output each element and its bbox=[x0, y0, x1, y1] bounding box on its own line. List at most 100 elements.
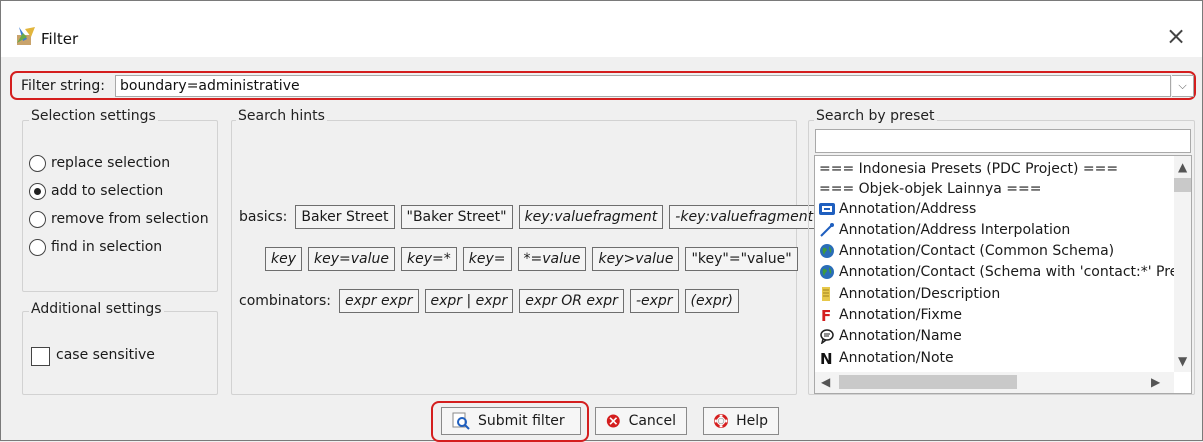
preset-item-label: === Objek-objek Lainnya === bbox=[819, 180, 1042, 197]
basics-label: basics: bbox=[239, 209, 288, 225]
close-icon: × bbox=[1165, 22, 1187, 50]
scroll-right-icon[interactable]: ▶ bbox=[1151, 375, 1160, 389]
hint-expr-group[interactable]: (expr) bbox=[684, 289, 739, 313]
hint-expr-and[interactable]: expr expr bbox=[338, 289, 419, 313]
case-sensitive-checkbox[interactable] bbox=[31, 347, 50, 366]
search-by-preset-title: Search by preset bbox=[814, 108, 937, 124]
preset-item-label: Annotation/Name bbox=[839, 327, 962, 344]
preset-item[interactable]: Annotation/Description bbox=[815, 283, 1175, 304]
hint-key-greater-value[interactable]: key>value bbox=[592, 247, 680, 271]
preset-item-label: Annotation/Note bbox=[839, 349, 954, 366]
radio-label: replace selection bbox=[51, 155, 171, 171]
hint-key-equals-empty[interactable]: key= bbox=[462, 247, 512, 271]
filter-dialog: Filter × Filter string: ⌵ Selection sett… bbox=[0, 0, 1203, 442]
hint-baker-street[interactable]: Baker Street bbox=[295, 205, 395, 229]
preset-item-label: Annotation/Address bbox=[839, 200, 977, 217]
cancel-button[interactable]: Cancel bbox=[595, 407, 687, 435]
lifebuoy-help-icon bbox=[714, 413, 729, 429]
radio-button-checked[interactable] bbox=[29, 182, 46, 200]
preset-item[interactable]: N Annotation/Note bbox=[815, 347, 1175, 368]
selection-settings-panel bbox=[22, 120, 218, 292]
hint-any-equals-value[interactable]: *=value bbox=[517, 247, 587, 271]
cancel-label: Cancel bbox=[628, 413, 676, 429]
hint-key-valuefragment[interactable]: key:valuefragment bbox=[518, 205, 664, 229]
radio-remove-from-selection[interactable]: remove from selection bbox=[29, 208, 209, 230]
radio-button[interactable] bbox=[29, 210, 46, 228]
hints-basics-row2: key key=value key=* key= *=value key>val… bbox=[265, 247, 804, 271]
scrollbar-thumb[interactable] bbox=[839, 375, 1017, 389]
additional-settings-title: Additional settings bbox=[29, 301, 164, 317]
selection-settings-title: Selection settings bbox=[29, 108, 158, 124]
hint-key-equals-value[interactable]: key=value bbox=[308, 247, 395, 271]
hint-expr-or-word[interactable]: expr OR expr bbox=[519, 289, 624, 313]
combinators-label: combinators: bbox=[239, 293, 331, 309]
preset-item[interactable]: Annotation/Address Interpolation bbox=[815, 219, 1175, 240]
description-icon bbox=[822, 286, 830, 301]
globe-icon bbox=[820, 264, 834, 279]
hint-negated-key-valuefragment[interactable]: -key:valuefragment bbox=[669, 205, 820, 229]
hint-expr-or-pipe[interactable]: expr | expr bbox=[424, 289, 514, 313]
filter-string-label: Filter string: bbox=[21, 78, 106, 94]
preset-item-label: Annotation/Contact (Schema with 'contact… bbox=[839, 263, 1175, 280]
cancel-icon bbox=[606, 414, 620, 428]
filter-string-input[interactable] bbox=[115, 75, 1171, 97]
fixme-icon: F bbox=[821, 307, 831, 323]
name-bubble-icon bbox=[820, 328, 834, 344]
hint-quoted-key-value[interactable]: "key"="value" bbox=[685, 247, 798, 271]
close-button[interactable]: × bbox=[1161, 21, 1191, 51]
hint-key[interactable]: key bbox=[265, 247, 303, 271]
preset-item-label: === Indonesia Presets (PDC Project) === bbox=[819, 160, 1119, 177]
case-sensitive-label: case sensitive bbox=[56, 347, 155, 363]
preset-item[interactable]: F Annotation/Fixme bbox=[815, 304, 1175, 325]
chevron-down-icon: ⌵ bbox=[1178, 79, 1187, 92]
radio-replace-selection[interactable]: replace selection bbox=[29, 152, 170, 174]
dialog-title: Filter bbox=[41, 30, 79, 48]
scroll-down-icon[interactable]: ▼ bbox=[1178, 354, 1187, 368]
search-hints-title: Search hints bbox=[236, 108, 327, 124]
svg-text:F: F bbox=[821, 307, 831, 323]
hint-quoted-baker-street[interactable]: "Baker Street" bbox=[400, 205, 513, 229]
radio-add-to-selection[interactable]: add to selection bbox=[29, 180, 163, 202]
interpolation-line-icon bbox=[820, 222, 834, 237]
preset-item[interactable]: Annotation/Address bbox=[815, 198, 1175, 219]
preset-item-label: Annotation/Description bbox=[839, 285, 1001, 302]
scroll-left-icon[interactable]: ◀ bbox=[821, 375, 830, 389]
help-button[interactable]: Help bbox=[703, 407, 779, 435]
preset-item[interactable]: Annotation/Contact (Common Schema) bbox=[815, 240, 1175, 261]
preset-item[interactable]: Annotation/Name bbox=[815, 325, 1175, 346]
globe-icon bbox=[820, 243, 834, 258]
preset-vertical-scrollbar[interactable]: ▲ ▼ bbox=[1174, 156, 1191, 372]
submit-filter-button[interactable]: Submit filter bbox=[441, 407, 581, 435]
preset-item[interactable]: Annotation/Contact (Schema with 'contact… bbox=[815, 261, 1175, 282]
radio-find-in-selection[interactable]: find in selection bbox=[29, 236, 162, 258]
note-icon: N bbox=[820, 350, 833, 366]
radio-button[interactable] bbox=[29, 238, 46, 256]
hint-expr-negate[interactable]: -expr bbox=[629, 289, 679, 313]
scroll-up-icon[interactable]: ▲ bbox=[1178, 160, 1187, 174]
preset-item[interactable]: === Objek-objek Lainnya === bbox=[815, 178, 1175, 199]
preset-horizontal-scrollbar[interactable]: ◀ ▶ bbox=[815, 372, 1174, 393]
josm-app-icon bbox=[17, 27, 35, 45]
submit-filter-label: Submit filter bbox=[478, 413, 565, 429]
svg-text:N: N bbox=[820, 350, 833, 366]
preset-item-label: Annotation/Address Interpolation bbox=[839, 221, 1071, 238]
preset-list[interactable]: === Indonesia Presets (PDC Project) === … bbox=[814, 155, 1192, 394]
preset-item-label: Annotation/Fixme bbox=[839, 306, 962, 323]
magnifier-icon bbox=[452, 412, 470, 430]
radio-label: add to selection bbox=[51, 183, 164, 199]
preset-search-input[interactable] bbox=[815, 129, 1191, 153]
filter-history-dropdown[interactable]: ⌵ bbox=[1172, 75, 1194, 97]
radio-label: find in selection bbox=[51, 239, 163, 255]
title-bar: Filter × bbox=[1, 1, 1202, 57]
preset-item-label: Annotation/Contact (Common Schema) bbox=[839, 242, 1115, 259]
radio-label: remove from selection bbox=[51, 211, 209, 227]
radio-button[interactable] bbox=[29, 154, 46, 172]
help-label: Help bbox=[736, 413, 768, 429]
preset-item[interactable]: === Indonesia Presets (PDC Project) === bbox=[815, 158, 1175, 179]
hints-combinators-row: combinators: expr expr expr | expr expr … bbox=[239, 289, 745, 313]
hint-key-equals-any[interactable]: key=* bbox=[401, 247, 457, 271]
scrollbar-thumb[interactable] bbox=[1174, 178, 1191, 192]
hints-basics-row: basics: Baker Street "Baker Street" key:… bbox=[239, 205, 825, 229]
filter-string-row: Filter string: ⌵ bbox=[10, 71, 1196, 100]
address-card-icon bbox=[819, 202, 835, 215]
